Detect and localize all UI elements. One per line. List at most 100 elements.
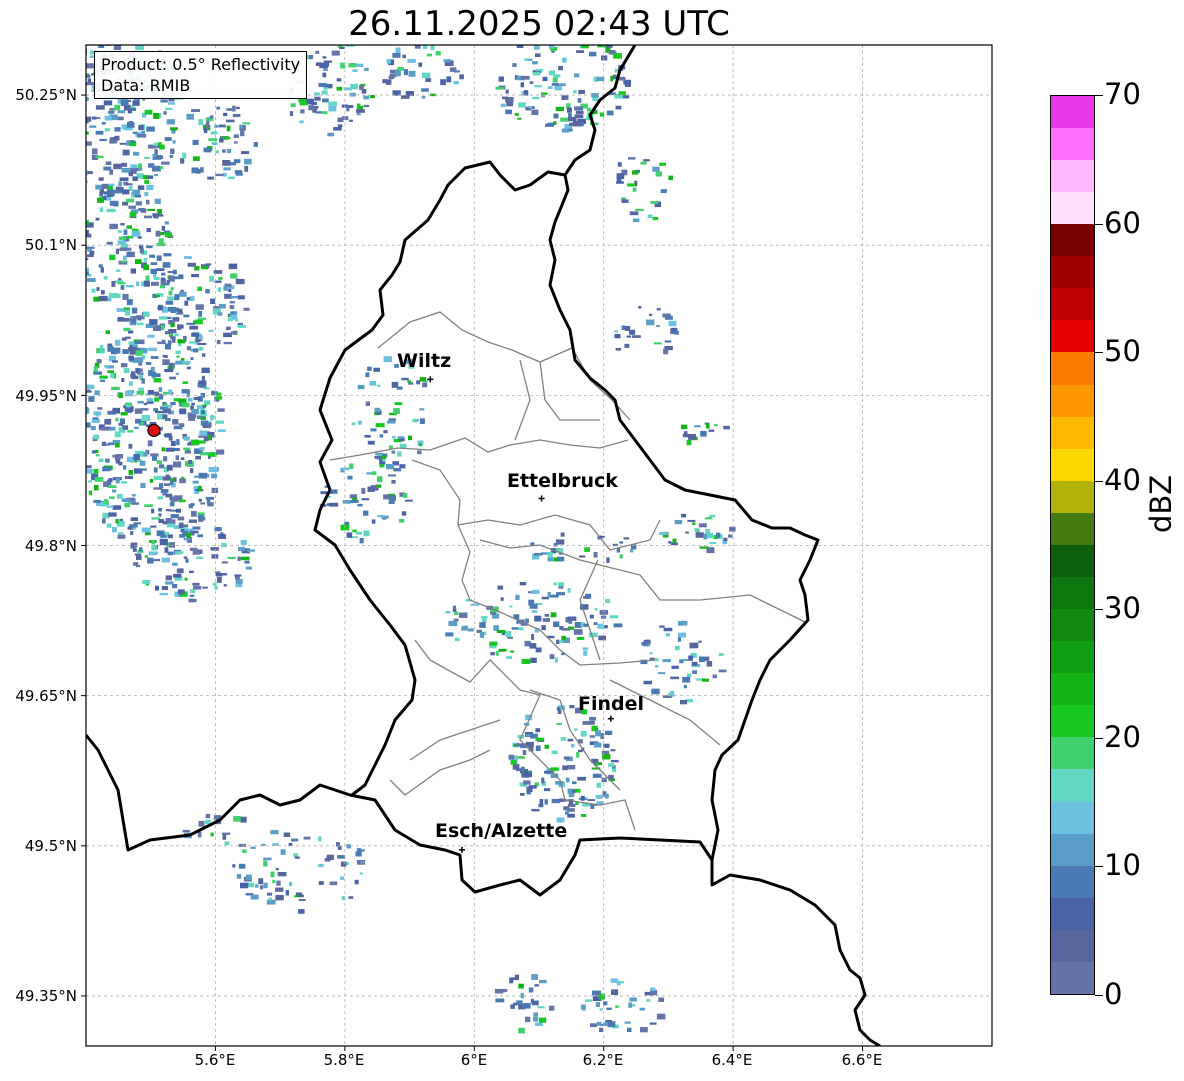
echo-pixel (120, 99, 129, 106)
colorbar-swatch (1051, 673, 1094, 706)
echo-pixel (556, 722, 562, 725)
echo-pixel (728, 534, 733, 538)
echo-pixel (122, 255, 127, 260)
echo-pixel (63, 119, 66, 124)
echo-pixel (577, 776, 586, 781)
radar-site-marker[interactable] (147, 423, 161, 437)
echo-pixel (88, 490, 93, 496)
echo-pixel (575, 802, 579, 805)
echo-pixel (198, 119, 203, 126)
echo-pixel (121, 481, 127, 484)
echo-pixel (495, 86, 504, 90)
echo-pixel (606, 557, 610, 563)
echo-pixel (365, 372, 370, 378)
echo-pixel (490, 652, 495, 656)
echo-pixel (210, 298, 216, 304)
echo-pixel (357, 420, 362, 425)
echo-pixel (172, 269, 177, 275)
echo-pixel (134, 340, 140, 344)
echo-pixel (106, 36, 110, 39)
echo-pixel (580, 1004, 586, 1010)
echo-pixel (172, 337, 176, 343)
echo-pixel (341, 896, 345, 901)
echo-pixel (143, 264, 149, 271)
echo-pixel (192, 526, 201, 530)
echo-pixel (73, 65, 78, 67)
echo-pixel (119, 177, 129, 181)
echo-pixel (158, 316, 168, 320)
echo-pixel (426, 53, 432, 57)
echo-pixel (94, 390, 100, 396)
echo-pixel (688, 655, 693, 661)
echo-pixel (210, 131, 218, 135)
echo-pixel (82, 61, 85, 65)
echo-pixel (235, 106, 240, 110)
echo-pixel (198, 311, 203, 317)
echo-pixel (205, 813, 211, 819)
colorbar-tick-label: 60 (1104, 205, 1141, 240)
echo-pixel (684, 431, 688, 436)
echo-pixel (606, 1007, 612, 1010)
echo-pixel (652, 166, 660, 172)
echo-pixel (509, 977, 514, 984)
echo-pixel (176, 355, 180, 358)
colorbar-tick-label: 30 (1104, 591, 1141, 626)
echo-pixel (619, 76, 626, 81)
echo-pixel (640, 1027, 648, 1033)
echo-pixel (104, 365, 110, 368)
echo-pixel (215, 150, 219, 154)
echo-pixel (155, 410, 164, 414)
echo-pixel (443, 59, 451, 63)
echo-pixel (610, 749, 616, 752)
echo-pixel (115, 339, 121, 346)
echo-pixel (183, 256, 192, 259)
echo-pixel (130, 168, 139, 172)
echo-pixel (524, 38, 530, 44)
echo-pixel (174, 294, 180, 301)
echo-pixel (294, 856, 300, 859)
echo-pixel (214, 586, 218, 590)
echo-pixel (544, 788, 551, 792)
echo-pixel (113, 347, 121, 354)
echo-pixel (155, 155, 164, 159)
echo-pixel (663, 348, 669, 355)
echo-pixel (215, 573, 223, 577)
radar-map[interactable] (0, 0, 1184, 1081)
echo-pixel (614, 334, 621, 339)
colorbar (1050, 95, 1095, 995)
colorbar-swatch (1051, 224, 1094, 257)
echo-pixel (186, 366, 191, 370)
echo-pixel (217, 287, 221, 292)
echo-pixel (605, 598, 611, 604)
echo-pixel (132, 131, 138, 134)
echo-pixel (563, 756, 570, 760)
echo-pixel (103, 481, 109, 487)
echo-pixel (500, 597, 504, 601)
echo-pixel (198, 517, 204, 522)
echo-pixel (496, 630, 506, 633)
echo-pixel (105, 161, 112, 166)
echo-pixel (118, 181, 122, 187)
echo-pixel (418, 62, 423, 67)
echo-pixel (356, 103, 361, 110)
echo-pixel (223, 167, 231, 171)
echo-pixel (129, 142, 137, 147)
echo-pixel (550, 767, 559, 771)
echo-pixel (141, 130, 145, 134)
echo-pixel (641, 642, 648, 646)
reflectivity-echoes (63, 36, 736, 1034)
echo-pixel (168, 102, 175, 105)
echo-pixel (619, 541, 624, 544)
echo-pixel (421, 72, 431, 79)
echo-pixel (328, 105, 337, 112)
echo-pixel (560, 117, 569, 122)
lat-label: 50.25°N (15, 86, 77, 104)
echo-pixel (162, 354, 168, 358)
echo-pixel (132, 100, 140, 106)
echo-pixel (130, 211, 136, 218)
echo-pixel (547, 552, 553, 558)
echo-pixel (131, 307, 138, 314)
echo-pixel (255, 884, 259, 888)
echo-pixel (192, 139, 199, 145)
echo-pixel (135, 45, 145, 51)
